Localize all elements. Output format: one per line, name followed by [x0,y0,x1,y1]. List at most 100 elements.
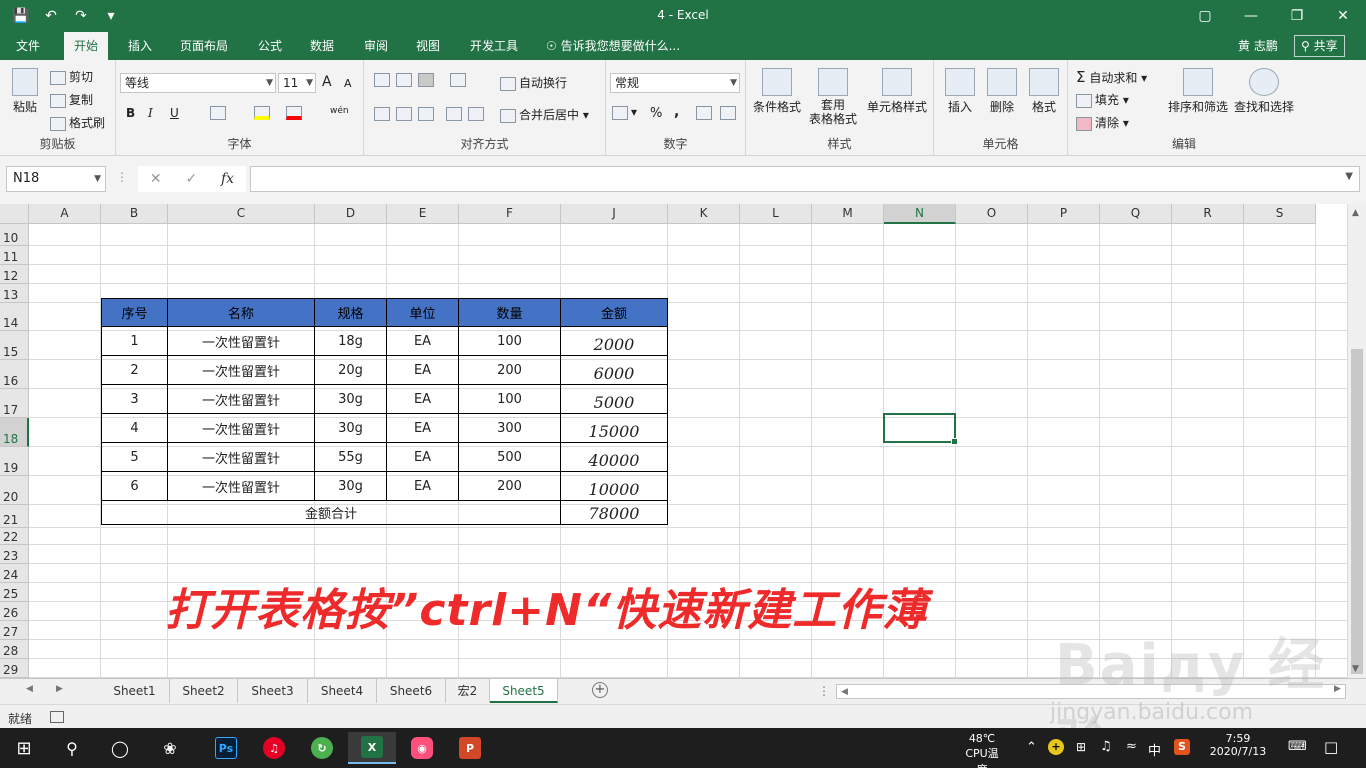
cut-button[interactable]: 剪切 [50,68,93,85]
sheet-tab[interactable]: Sheet2 [170,679,238,703]
cell-styles-button[interactable]: 单元格样式 [864,68,930,115]
table-cell[interactable]: 18g [315,327,387,356]
conditional-format-button[interactable]: 条件格式 [750,68,804,115]
amount-cell[interactable]: 6000 [561,356,668,385]
row-header-23[interactable]: 23 [0,545,29,564]
amount-cell[interactable]: 10000 [561,472,668,501]
column-header-s[interactable]: S [1244,204,1316,224]
table-cell[interactable]: 55g [315,443,387,472]
row-header-17[interactable]: 17 [0,389,29,418]
paste-button[interactable]: 粘贴 [8,68,42,115]
sheet-tab[interactable]: Sheet6 [377,679,446,703]
table-header-cell[interactable]: 名称 [168,298,315,327]
tab-view[interactable]: 视图 [406,32,450,60]
more-options-icon[interactable]: ⋮ [818,684,830,698]
column-header-r[interactable]: R [1172,204,1244,224]
clock[interactable]: 7:59 2020/7/13 [1206,732,1270,758]
share-button[interactable]: ⚲ 共享 [1294,35,1345,57]
table-cell[interactable]: 1 [101,327,168,356]
sheet-tab[interactable]: Sheet3 [238,679,308,703]
column-header-c[interactable]: C [168,204,315,224]
security-tray-icon[interactable]: + [1048,739,1064,755]
italic-button[interactable]: I [148,106,153,120]
font-size-select[interactable]: 11 ▼ [278,73,316,93]
percent-button[interactable]: % [650,106,662,121]
increase-decimal-button[interactable] [696,105,715,120]
input-panel-icon[interactable]: ⌨ [1288,739,1307,754]
font-color-button[interactable] [286,105,305,120]
table-cell[interactable]: EA [387,443,459,472]
row-header-25[interactable]: 25 [0,583,29,602]
column-header-e[interactable]: E [387,204,459,224]
column-header-l[interactable]: L [740,204,812,224]
align-bottom-button[interactable] [418,72,437,87]
search-button[interactable]: ⚲ [48,732,96,764]
row-header-21[interactable]: 21 [0,505,29,528]
amount-cell[interactable]: 2000 [561,327,668,356]
vertical-scrollbar[interactable]: ▲ ▼ [1347,204,1366,678]
row-header-22[interactable]: 22 [0,528,29,545]
sheet-tab[interactable]: Sheet4 [308,679,377,703]
decrease-decimal-button[interactable] [720,105,739,120]
row-header-20[interactable]: 20 [0,476,29,505]
next-sheet-icon[interactable]: ▶ [56,684,63,694]
cancel-icon[interactable]: ✕ [150,171,162,187]
table-header-cell[interactable]: 数量 [459,298,561,327]
table-header-cell[interactable]: 单位 [387,298,459,327]
restore-button[interactable]: ❐ [1274,0,1320,32]
volume-icon[interactable]: ♫ [1100,739,1112,754]
sogou-ime-icon[interactable]: S [1174,739,1190,755]
font-name-select[interactable]: 等线 ▼ [120,73,276,93]
borders-button[interactable] [210,105,229,120]
bold-button[interactable]: B [126,106,135,120]
show-hidden-icons[interactable]: ⌃ [1026,740,1037,755]
excel-app[interactable]: X [348,732,396,764]
cortana-button[interactable]: ◯ [96,732,144,764]
table-cell[interactable]: 一次性留置针 [168,385,315,414]
merge-center-button[interactable]: 合并后居中 ▾ [500,106,589,123]
enter-icon[interactable]: ✓ [185,171,197,187]
add-sheet-button[interactable]: + [592,682,608,698]
insert-function-icon[interactable]: fx [221,171,234,187]
format-cells-button[interactable]: 格式 [1024,68,1064,115]
tab-insert[interactable]: 插入 [118,32,162,60]
sheet-tab[interactable]: Sheet5 [490,679,558,703]
netease-music-app[interactable]: ♫ [250,732,298,764]
row-header-24[interactable]: 24 [0,564,29,583]
table-cell[interactable]: 2 [101,356,168,385]
wifi-icon[interactable]: ≈ [1126,739,1137,754]
table-cell[interactable]: EA [387,356,459,385]
table-cell[interactable]: 300 [459,414,561,443]
table-cell[interactable]: 500 [459,443,561,472]
column-header-q[interactable]: Q [1100,204,1172,224]
table-cell[interactable]: 4 [101,414,168,443]
orientation-button[interactable] [450,72,469,87]
row-header-27[interactable]: 27 [0,621,29,640]
row-header-19[interactable]: 19 [0,447,29,476]
row-header-28[interactable]: 28 [0,640,29,659]
expand-formula-icon[interactable]: ▼ [1345,171,1353,182]
row-header-13[interactable]: 13 [0,284,29,303]
table-cell[interactable]: 6 [101,472,168,501]
select-all-corner[interactable] [0,204,29,224]
increase-indent-button[interactable] [468,106,487,121]
table-cell[interactable]: EA [387,385,459,414]
ime-indicator[interactable]: 中 [1148,740,1161,759]
comma-button[interactable]: , [674,104,679,120]
table-cell[interactable]: EA [387,327,459,356]
tab-page-layout[interactable]: 页面布局 [170,32,238,60]
table-cell[interactable]: 20g [315,356,387,385]
table-cell[interactable]: 一次性留置针 [168,327,315,356]
table-cell[interactable]: 30g [315,414,387,443]
decrease-indent-button[interactable] [446,106,465,121]
total-amount-cell[interactable]: 78000 [561,501,668,525]
sort-filter-button[interactable]: 排序和筛选 [1166,68,1230,115]
tab-file[interactable]: 文件 [6,32,50,60]
sheet-tab[interactable]: Sheet1 [100,679,170,703]
autosum-button[interactable]: Σ 自动求和 ▾ [1076,68,1147,86]
row-header-11[interactable]: 11 [0,246,29,265]
table-cell[interactable]: EA [387,414,459,443]
scroll-left-icon[interactable]: ◀ [841,687,848,697]
network-tray-icon[interactable]: ⊞ [1076,740,1086,754]
shrink-font-button[interactable]: A [344,77,352,90]
